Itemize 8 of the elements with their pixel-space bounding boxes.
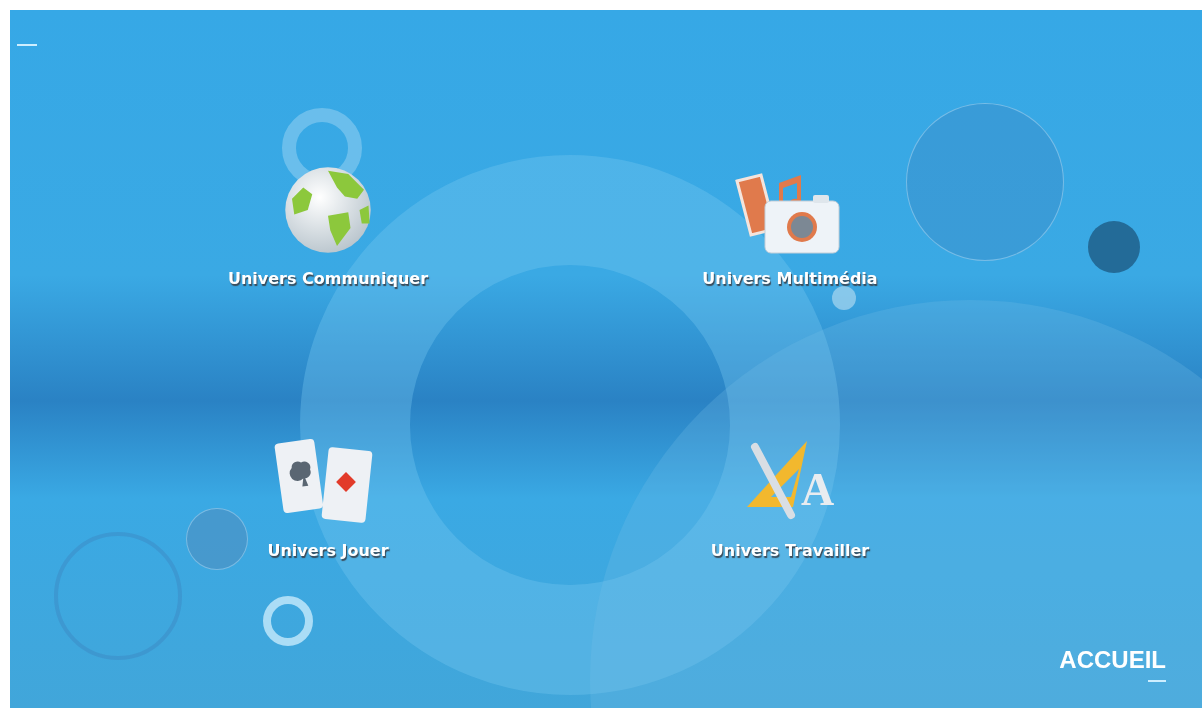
underline-icon xyxy=(1148,680,1166,682)
category-label[interactable]: Univers Communiquer xyxy=(227,269,429,288)
category-label[interactable]: Univers Multimédia xyxy=(702,269,878,288)
category-label[interactable]: Univers Travailler xyxy=(710,541,870,560)
category-label[interactable]: Univers Jouer xyxy=(267,541,389,560)
circle-decoration xyxy=(1088,221,1140,273)
home-label[interactable]: ACCUEIL xyxy=(1059,646,1166,674)
circle-decoration xyxy=(832,286,856,310)
